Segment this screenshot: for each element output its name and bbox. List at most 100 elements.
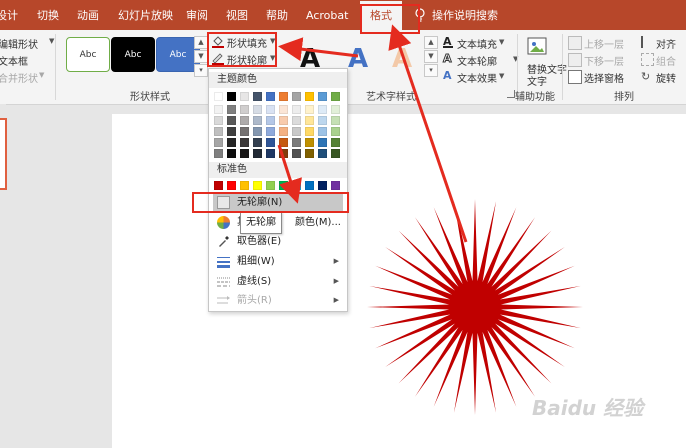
theme-shade-swatch[interactable] — [240, 127, 249, 136]
theme-shade-swatch[interactable] — [253, 127, 262, 136]
theme-shade-swatch[interactable] — [266, 116, 275, 125]
theme-color-swatch[interactable] — [279, 92, 288, 101]
standard-color-swatch[interactable] — [279, 181, 288, 190]
standard-color-swatch[interactable] — [318, 181, 327, 190]
theme-shade-swatch[interactable] — [214, 127, 223, 136]
theme-color-swatch[interactable] — [331, 92, 340, 101]
theme-shade-swatch[interactable] — [331, 138, 340, 147]
rotate-button[interactable]: 旋转 — [656, 70, 676, 85]
merge-shapes-button[interactable]: 合并形状 — [0, 70, 38, 85]
theme-shade-swatch[interactable] — [253, 105, 262, 114]
standard-color-swatch[interactable] — [292, 181, 301, 190]
theme-shade-swatch[interactable] — [227, 138, 236, 147]
tab-acrobat[interactable]: Acrobat — [306, 0, 348, 30]
weight-item[interactable]: 粗细(W) ▶ — [213, 252, 343, 271]
standard-color-swatch[interactable] — [266, 181, 275, 190]
tab-slideshow[interactable]: 幻灯片放映 — [118, 0, 173, 30]
theme-shade-swatch[interactable] — [240, 116, 249, 125]
tab-review[interactable]: 审阅 — [186, 0, 208, 30]
theme-shade-swatch[interactable] — [266, 105, 275, 114]
tab-design[interactable]: 设计 — [0, 0, 18, 30]
bring-forward-button[interactable]: 上移一层 — [584, 36, 624, 51]
theme-shade-swatch[interactable] — [240, 149, 249, 158]
theme-shade-swatch[interactable] — [266, 149, 275, 158]
standard-color-swatch[interactable] — [227, 181, 236, 190]
tab-transitions[interactable]: 切换 — [37, 0, 59, 30]
starburst-polygon[interactable] — [367, 199, 583, 415]
theme-shade-swatch[interactable] — [305, 149, 314, 158]
wordart-preset-3[interactable]: A — [392, 44, 412, 74]
send-backward-button[interactable]: 下移一层 — [584, 53, 624, 68]
theme-shade-swatch[interactable] — [292, 127, 301, 136]
shape-style-preset-1[interactable]: Abc — [66, 37, 110, 72]
scroll-down-button[interactable]: ▼ — [424, 50, 438, 63]
theme-color-swatch[interactable] — [292, 92, 301, 101]
theme-shade-swatch[interactable] — [214, 116, 223, 125]
standard-color-swatch[interactable] — [305, 181, 314, 190]
eyedropper-item[interactable]: 取色器(E) — [213, 232, 343, 251]
slide-thumbnail[interactable] — [0, 118, 7, 190]
theme-shade-swatch[interactable] — [240, 138, 249, 147]
gallery-more-button[interactable]: ▾ — [424, 64, 438, 77]
group-button[interactable]: 组合 — [656, 53, 676, 68]
theme-shade-swatch[interactable] — [253, 116, 262, 125]
theme-shade-swatch[interactable] — [331, 105, 340, 114]
selection-pane-button[interactable]: 选择窗格 — [584, 70, 624, 85]
theme-shade-swatch[interactable] — [331, 127, 340, 136]
tell-me-search[interactable]: 操作说明搜索 — [432, 0, 498, 30]
theme-color-swatch[interactable] — [253, 92, 262, 101]
theme-shade-swatch[interactable] — [318, 149, 327, 158]
theme-shade-swatch[interactable] — [227, 105, 236, 114]
theme-shade-swatch[interactable] — [227, 116, 236, 125]
gallery-more-button[interactable]: ▾ — [194, 64, 208, 77]
theme-shade-swatch[interactable] — [292, 149, 301, 158]
text-fill-button[interactable]: 文本填充 — [457, 36, 497, 51]
theme-shade-swatch[interactable] — [318, 116, 327, 125]
theme-shade-swatch[interactable] — [266, 127, 275, 136]
standard-color-swatch[interactable] — [253, 181, 262, 190]
starburst-shape[interactable] — [365, 196, 585, 418]
standard-color-swatch[interactable] — [240, 181, 249, 190]
theme-color-swatch[interactable] — [318, 92, 327, 101]
theme-shade-swatch[interactable] — [292, 105, 301, 114]
theme-color-swatch[interactable] — [305, 92, 314, 101]
theme-shade-swatch[interactable] — [318, 138, 327, 147]
theme-color-swatch[interactable] — [227, 92, 236, 101]
theme-shade-swatch[interactable] — [279, 116, 288, 125]
edit-shape-button[interactable]: 编辑形状 — [0, 36, 38, 51]
theme-shade-swatch[interactable] — [279, 127, 288, 136]
theme-color-swatch[interactable] — [214, 92, 223, 101]
tab-help[interactable]: 帮助 — [266, 0, 288, 30]
theme-shade-swatch[interactable] — [214, 138, 223, 147]
theme-shade-swatch[interactable] — [227, 127, 236, 136]
theme-color-swatch[interactable] — [266, 92, 275, 101]
theme-shade-swatch[interactable] — [214, 149, 223, 158]
theme-shade-swatch[interactable] — [292, 138, 301, 147]
theme-shade-swatch[interactable] — [253, 138, 262, 147]
theme-shade-swatch[interactable] — [292, 116, 301, 125]
theme-shade-swatch[interactable] — [331, 149, 340, 158]
theme-shade-swatch[interactable] — [240, 105, 249, 114]
shape-style-preset-2[interactable]: Abc — [111, 37, 155, 72]
align-button[interactable]: 对齐 — [656, 36, 676, 51]
standard-color-swatch[interactable] — [214, 181, 223, 190]
theme-shade-swatch[interactable] — [305, 127, 314, 136]
theme-shade-swatch[interactable] — [331, 116, 340, 125]
theme-shade-swatch[interactable] — [305, 138, 314, 147]
theme-shade-swatch[interactable] — [253, 149, 262, 158]
wordart-preset-2[interactable]: A — [348, 44, 368, 74]
tab-view[interactable]: 视图 — [226, 0, 248, 30]
theme-shade-swatch[interactable] — [266, 138, 275, 147]
textbox-button[interactable]: 文本框 — [0, 53, 28, 68]
theme-shade-swatch[interactable] — [318, 127, 327, 136]
theme-shade-swatch[interactable] — [279, 105, 288, 114]
theme-shade-swatch[interactable] — [305, 105, 314, 114]
theme-shade-swatch[interactable] — [279, 138, 288, 147]
tab-animations[interactable]: 动画 — [77, 0, 99, 30]
theme-shade-swatch[interactable] — [305, 116, 314, 125]
dialog-launcher-icon[interactable] — [507, 90, 515, 98]
theme-shade-swatch[interactable] — [318, 105, 327, 114]
arrows-item[interactable]: 箭头(R) ▶ — [213, 291, 343, 310]
standard-color-swatch[interactable] — [331, 181, 340, 190]
theme-shade-swatch[interactable] — [227, 149, 236, 158]
